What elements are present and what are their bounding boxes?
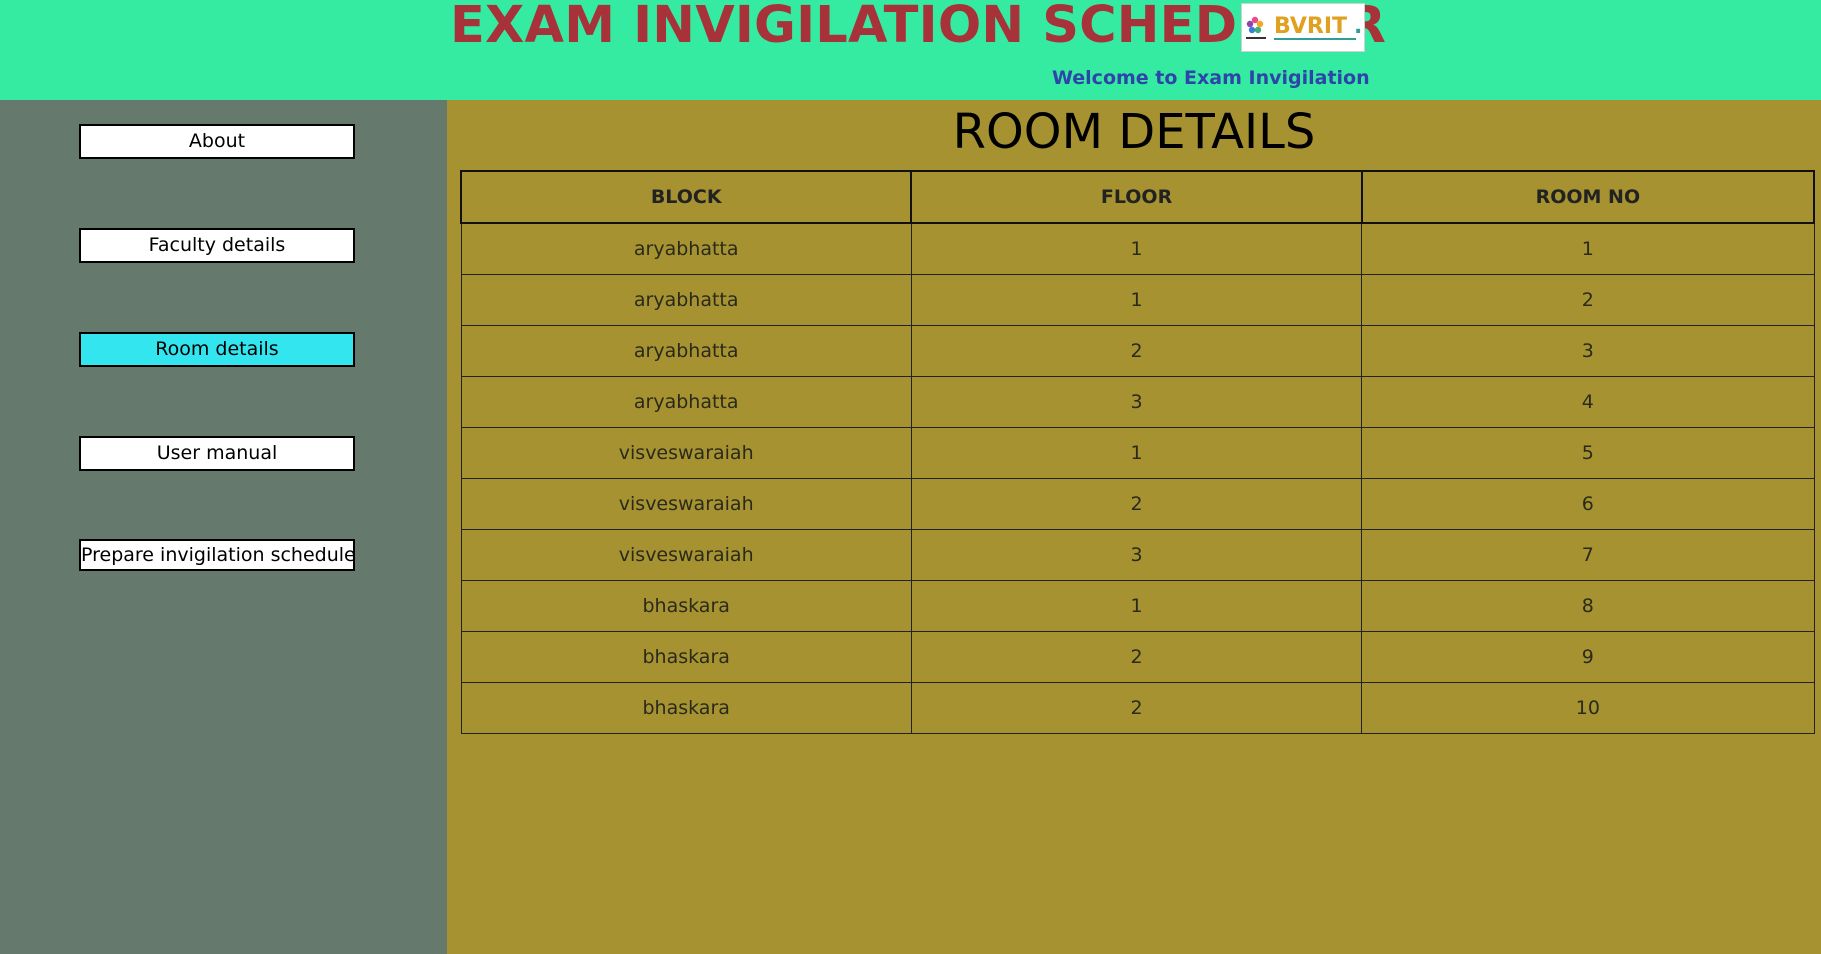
cell-floor: 1	[910, 580, 1363, 632]
cell-floor: 1	[910, 274, 1363, 326]
page-title: ROOM DETAILS	[952, 104, 1316, 160]
cell-floor: 2	[910, 325, 1363, 377]
cell-room-no: 8	[1361, 580, 1815, 632]
cell-floor: 2	[910, 631, 1363, 683]
cell-block: visveswaraiah	[460, 427, 912, 479]
nav-prepare-schedule-button[interactable]: Prepare invigilation schedule	[79, 539, 355, 571]
nav-user-manual-button[interactable]: User manual	[79, 436, 355, 471]
column-header-floor: FLOOR	[910, 170, 1363, 224]
cell-room-no: 7	[1361, 529, 1815, 581]
welcome-message: Welcome to Exam Invigilation	[1052, 67, 1370, 89]
table-row: aryabhatta 1 1	[460, 222, 1815, 275]
table-row: bhaskara 2 9	[460, 631, 1815, 683]
cell-block: aryabhatta	[460, 325, 912, 377]
cell-block: bhaskara	[460, 631, 912, 683]
nav-room-details-button[interactable]: Room details	[79, 332, 355, 367]
cell-room-no: 10	[1361, 682, 1815, 734]
cell-room-no: 3	[1361, 325, 1815, 377]
cell-room-no: 1	[1361, 222, 1815, 275]
cell-block: bhaskara	[460, 580, 912, 632]
cell-room-no: 6	[1361, 478, 1815, 530]
table-row: aryabhatta 3 4	[460, 376, 1815, 428]
cell-block: bhaskara	[460, 682, 912, 734]
nav-faculty-details-button[interactable]: Faculty details	[79, 228, 355, 263]
cell-room-no: 5	[1361, 427, 1815, 479]
cell-block: visveswaraiah	[460, 529, 912, 581]
cell-floor: 2	[910, 478, 1363, 530]
svg-text:.: .	[1354, 14, 1362, 39]
cell-room-no: 9	[1361, 631, 1815, 683]
cell-block: aryabhatta	[460, 222, 912, 275]
column-header-room-no: ROOM NO	[1360, 170, 1816, 224]
table-row: aryabhatta 1 2	[460, 274, 1815, 326]
cell-block: visveswaraiah	[460, 478, 912, 530]
sidebar: About Faculty details Room details User …	[0, 100, 447, 954]
cell-floor: 2	[910, 682, 1363, 734]
table-row: bhaskara 2 10	[460, 682, 1815, 734]
cell-floor: 3	[910, 376, 1363, 428]
cell-room-no: 4	[1361, 376, 1815, 428]
table-row: bhaskara 1 8	[460, 580, 1815, 632]
table-header-row: BLOCK FLOOR ROOM NO	[459, 170, 1816, 224]
main-content: ROOM DETAILS BLOCK FLOOR ROOM NO aryabha…	[447, 100, 1821, 954]
cell-floor: 1	[910, 427, 1363, 479]
cell-floor: 1	[910, 222, 1363, 275]
table-row: visveswaraiah 3 7	[460, 529, 1815, 581]
room-details-table: BLOCK FLOOR ROOM NO aryabhatta 1 1 aryab…	[459, 170, 1816, 734]
cell-room-no: 2	[1361, 274, 1815, 326]
cell-block: aryabhatta	[460, 376, 912, 428]
svg-text:BVRIT: BVRIT	[1274, 14, 1347, 39]
table-row: visveswaraiah 1 5	[460, 427, 1815, 479]
table-row: aryabhatta 2 3	[460, 325, 1815, 377]
cell-block: aryabhatta	[460, 274, 912, 326]
table-row: visveswaraiah 2 6	[460, 478, 1815, 530]
cell-floor: 3	[910, 529, 1363, 581]
header-bar: EXAM INVIGILATION SCHEDULER BVRIT . Welc…	[0, 0, 1821, 100]
college-logo: BVRIT .	[1241, 3, 1365, 52]
nav-about-button[interactable]: About	[79, 124, 355, 159]
column-header-block: BLOCK	[459, 170, 913, 224]
